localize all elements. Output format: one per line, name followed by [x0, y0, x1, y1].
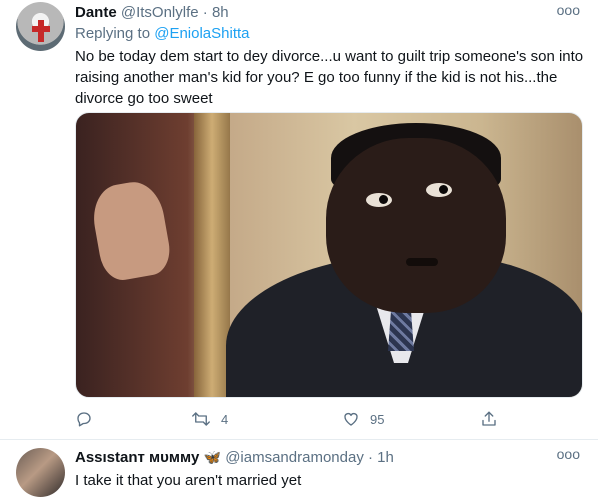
tweet-text: I take it that you aren't married yet	[75, 472, 302, 489]
heart-icon	[344, 412, 358, 426]
display-name[interactable]: Assıstanт мυммy	[75, 449, 199, 466]
butterfly-emoji-icon: 🦋	[203, 449, 222, 465]
share-button[interactable]	[480, 408, 498, 430]
share-icon	[482, 411, 496, 426]
image-shape	[88, 177, 174, 284]
replying-to: Replying to @EniolaShitta	[75, 25, 250, 43]
display-name[interactable]: Dante	[75, 4, 117, 21]
tweet-header: Assıstanт мυммy 🦋 @iamsandramonday · 1h	[75, 448, 394, 467]
tweet-2[interactable]: Assıstanт мυммy 🦋 @iamsandramonday · 1h …	[0, 440, 598, 503]
image-shape	[439, 185, 448, 194]
tweet-text: No be today dem start to dey divorce...u…	[75, 48, 584, 107]
separator-dot: ·	[368, 449, 373, 466]
like-button[interactable]: 95	[342, 408, 384, 430]
avatar[interactable]	[16, 2, 65, 51]
more-options-icon[interactable]: ooo	[557, 2, 580, 18]
user-handle[interactable]: @iamsandramonday	[225, 449, 364, 466]
image-shape	[194, 113, 230, 397]
timestamp[interactable]: 8h	[212, 4, 229, 21]
image-shape	[379, 195, 388, 204]
avatar-cross-shape	[32, 26, 50, 32]
retweet-icon	[192, 412, 210, 426]
user-handle[interactable]: @ItsOnlylfe	[121, 4, 199, 21]
tweet-actions: 4 95	[75, 408, 535, 430]
reply-icon	[77, 412, 91, 427]
mention-link[interactable]: @EniolaShitta	[154, 25, 249, 42]
image-shape	[326, 138, 506, 313]
reply-button[interactable]	[75, 408, 103, 430]
retweet-button[interactable]: 4	[191, 408, 228, 430]
like-count: 95	[370, 411, 385, 427]
tweet-header: Dante @ItsOnlylfe · 8h	[75, 4, 229, 22]
avatar[interactable]	[16, 448, 65, 497]
tweet-1[interactable]: Dante @ItsOnlylfe · 8h ooo Replying to @…	[0, 0, 598, 440]
tweet-media-image[interactable]	[75, 112, 583, 398]
timestamp[interactable]: 1h	[377, 449, 394, 466]
separator-dot: ·	[202, 4, 208, 21]
retweet-count: 4	[221, 411, 229, 427]
more-options-icon[interactable]: ooo	[557, 446, 580, 462]
replying-prefix: Replying to	[75, 25, 155, 42]
image-shape	[406, 258, 438, 266]
